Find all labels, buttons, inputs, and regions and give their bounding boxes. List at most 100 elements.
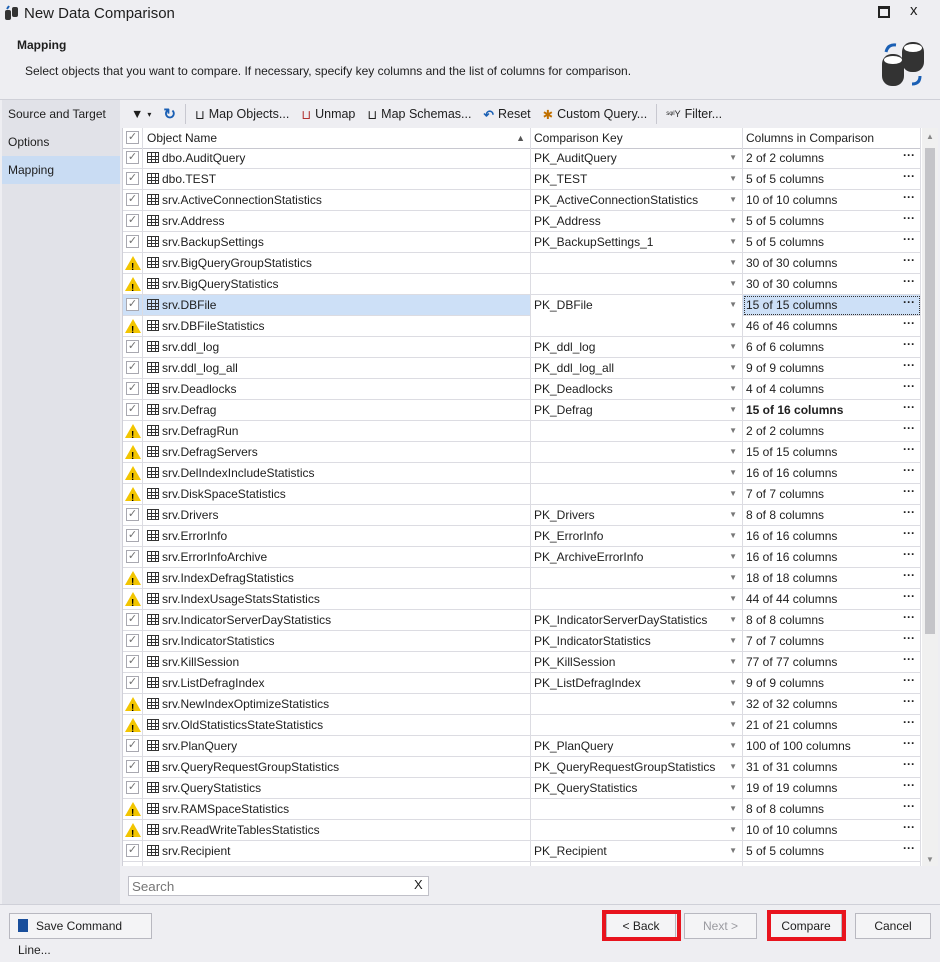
comparison-key-cell[interactable]: ▼ xyxy=(531,274,743,295)
object-name-cell[interactable]: srv.ddl_log xyxy=(143,337,531,358)
checkbox[interactable]: ✓ xyxy=(126,676,139,689)
checkbox[interactable]: ✓ xyxy=(126,781,139,794)
columns-cell[interactable]: 30 of 30 columns ··· xyxy=(743,274,921,295)
checkbox[interactable]: ✓ xyxy=(126,844,139,857)
map-schemas-button[interactable]: ⊔ Map Schemas... xyxy=(364,107,474,122)
row-status[interactable]: ! xyxy=(123,484,143,505)
comparison-key-cell[interactable]: PK_ArchiveErrorInfo ▼ xyxy=(531,547,743,568)
more-options-icon[interactable]: ··· xyxy=(903,253,915,270)
dropdown-arrow-icon[interactable]: ▼ xyxy=(729,400,737,420)
nav-item-mapping[interactable]: Mapping xyxy=(2,156,120,184)
table-row[interactable]: ✓ srv.Recipient PK_Recipient ▼ 5 of 5 column… xyxy=(123,841,921,862)
object-name-cell[interactable]: srv.ListDefragIndex xyxy=(143,673,531,694)
table-row[interactable]: ! srv.BigQueryStatistics ▼ 30 of 30 columns… xyxy=(123,274,921,295)
table-row[interactable]: ! srv.RAMSpaceStatistics ▼ 8 of 8 columns ··… xyxy=(123,799,921,820)
columns-cell[interactable]: 6 of 6 columns ··· xyxy=(743,337,921,358)
comparison-key-cell[interactable]: PK_KillSession ▼ xyxy=(531,652,743,673)
checkbox[interactable]: ✓ xyxy=(126,298,139,311)
row-status[interactable]: ✓ xyxy=(123,358,143,379)
object-name-cell[interactable]: srv.DBFile xyxy=(143,295,531,316)
table-row[interactable]: ✓ srv.Deadlocks PK_Deadlocks ▼ 4 of 4 column… xyxy=(123,379,921,400)
table-row[interactable]: ✓ srv.ddl_log_all PK_ddl_log_all ▼ 9 of 9 co… xyxy=(123,358,921,379)
dropdown-arrow-icon[interactable]: ▼ xyxy=(729,568,737,588)
dropdown-arrow-icon[interactable]: ▼ xyxy=(729,253,737,273)
dropdown-arrow-icon[interactable]: ▼ xyxy=(729,421,737,441)
table-row[interactable]: ✓ srv.Defrag PK_Defrag ▼ 15 of 16 columns ··· xyxy=(123,400,921,421)
header-comparison-key[interactable]: Comparison Key xyxy=(531,128,743,149)
columns-cell[interactable]: 46 of 46 columns ··· xyxy=(743,316,921,337)
columns-cell[interactable]: 44 of 44 columns ··· xyxy=(743,589,921,610)
columns-cell[interactable]: 9 of 9 columns ··· xyxy=(743,673,921,694)
comparison-key-cell[interactable]: PK_ErrorInfo ▼ xyxy=(531,526,743,547)
comparison-key-cell[interactable]: ▼ xyxy=(531,820,743,841)
object-name-cell[interactable]: srv.DiskSpaceStatistics xyxy=(143,484,531,505)
more-options-icon[interactable]: ··· xyxy=(903,169,915,186)
checkbox[interactable]: ✓ xyxy=(126,508,139,521)
row-status[interactable]: ✓ xyxy=(123,526,143,547)
header-object-name[interactable]: Object Name ▲ xyxy=(143,128,531,149)
table-row[interactable]: ! srv.OldStatisticsStateStatistics ▼ 21 of … xyxy=(123,715,921,736)
header-columns-in-comparison[interactable]: Columns in Comparison xyxy=(743,128,921,149)
table-row[interactable]: ! srv.DefragRun ▼ 2 of 2 columns ··· xyxy=(123,421,921,442)
dropdown-arrow-icon[interactable]: ▼ xyxy=(729,589,737,609)
nav-item-options[interactable]: Options xyxy=(2,128,120,156)
row-status[interactable]: ✓ xyxy=(123,736,143,757)
columns-cell[interactable]: 18 of 18 columns ··· xyxy=(743,568,921,589)
more-options-icon[interactable]: ··· xyxy=(903,610,915,627)
more-options-icon[interactable]: ··· xyxy=(903,589,915,606)
table-row[interactable]: ✓ srv.ddl_log PK_ddl_log ▼ 6 of 6 columns ··· xyxy=(123,337,921,358)
dropdown-arrow-icon[interactable]: ▼ xyxy=(729,715,737,735)
refresh-button[interactable]: ↻ xyxy=(160,105,179,123)
dropdown-arrow-icon[interactable]: ▼ xyxy=(729,694,737,714)
more-options-icon[interactable]: ··· xyxy=(903,190,915,207)
more-options-icon[interactable]: ··· xyxy=(903,715,915,732)
columns-cell[interactable]: 4 of 4 columns ··· xyxy=(743,379,921,400)
table-row[interactable]: ✓ srv.IndicatorServerDayStatistics PK_Indi… xyxy=(123,610,921,631)
checkbox[interactable]: ✓ xyxy=(126,214,139,227)
comparison-key-cell[interactable]: PK_ActiveConnectionStatistics ▼ xyxy=(531,190,743,211)
dropdown-arrow-icon[interactable]: ▼ xyxy=(729,673,737,693)
comparison-key-cell[interactable]: PK_ddl_log ▼ xyxy=(531,337,743,358)
more-options-icon[interactable]: ··· xyxy=(903,484,915,501)
object-name-cell[interactable]: srv.BigQueryStatistics xyxy=(143,274,531,295)
table-row[interactable]: ! srv.ReadWriteTablesStatistics ▼ 10 of 10 … xyxy=(123,820,921,841)
more-options-icon[interactable]: ··· xyxy=(903,694,915,711)
more-options-icon[interactable]: ··· xyxy=(903,757,915,774)
comparison-key-cell[interactable]: ▼ xyxy=(531,694,743,715)
comparison-key-cell[interactable]: PK_Recipient ▼ xyxy=(531,841,743,862)
table-row[interactable]: ✓ dbo.TEST PK_TEST ▼ 5 of 5 columns ··· xyxy=(123,169,921,190)
comparison-key-cell[interactable]: PK_Address ▼ xyxy=(531,211,743,232)
table-row[interactable]: ! srv.DefragServers ▼ 15 of 15 columns ··· xyxy=(123,442,921,463)
row-status[interactable]: ! xyxy=(123,421,143,442)
checkbox[interactable]: ✓ xyxy=(126,739,139,752)
object-name-cell[interactable]: srv.ReadWriteTablesStatistics xyxy=(143,820,531,841)
row-status[interactable]: ✓ xyxy=(123,610,143,631)
more-options-icon[interactable]: ··· xyxy=(903,463,915,480)
comparison-key-cell[interactable]: ▼ xyxy=(531,442,743,463)
comparison-key-cell[interactable]: PK_IndicatorStatistics ▼ xyxy=(531,631,743,652)
more-options-icon[interactable]: ··· xyxy=(903,232,915,249)
clear-search-icon[interactable]: X xyxy=(414,877,423,892)
table-row[interactable]: ! srv.IndexUsageStatsStatistics ▼ 44 of 44 … xyxy=(123,589,921,610)
object-name-cell[interactable]: srv.Drivers xyxy=(143,505,531,526)
columns-cell[interactable]: 5 of 5 columns ··· xyxy=(743,169,921,190)
table-row[interactable]: ✓ srv.Address PK_Address ▼ 5 of 5 columns ··· xyxy=(123,211,921,232)
dropdown-arrow-icon[interactable]: ▼ xyxy=(729,820,737,840)
object-name-cell[interactable]: srv.OldStatisticsStateStatistics xyxy=(143,715,531,736)
table-row[interactable]: ✓ srv.QueryRequestGroupStatistics PK_Query… xyxy=(123,757,921,778)
table-row[interactable]: ✓ srv.PlanQuery PK_PlanQuery ▼ 100 of 100 co… xyxy=(123,736,921,757)
more-options-icon[interactable]: ··· xyxy=(903,316,915,333)
columns-cell[interactable]: 9 of 9 columns ··· xyxy=(743,358,921,379)
more-options-icon[interactable]: ··· xyxy=(903,736,915,753)
row-status[interactable]: ! xyxy=(123,568,143,589)
comparison-key-cell[interactable]: ▼ xyxy=(531,715,743,736)
row-status[interactable]: ✓ xyxy=(123,232,143,253)
comparison-key-cell[interactable]: PK_QueryStatistics ▼ xyxy=(531,778,743,799)
columns-cell[interactable]: 2 of 2 columns ··· xyxy=(743,148,921,169)
more-options-icon[interactable]: ··· xyxy=(903,547,915,564)
dropdown-arrow-icon[interactable]: ▼ xyxy=(729,232,737,252)
dropdown-arrow-icon[interactable]: ▼ xyxy=(729,526,737,546)
checkbox[interactable]: ✓ xyxy=(126,529,139,542)
object-name-cell[interactable]: srv.BackupSettings xyxy=(143,232,531,253)
row-status[interactable]: ! xyxy=(123,715,143,736)
